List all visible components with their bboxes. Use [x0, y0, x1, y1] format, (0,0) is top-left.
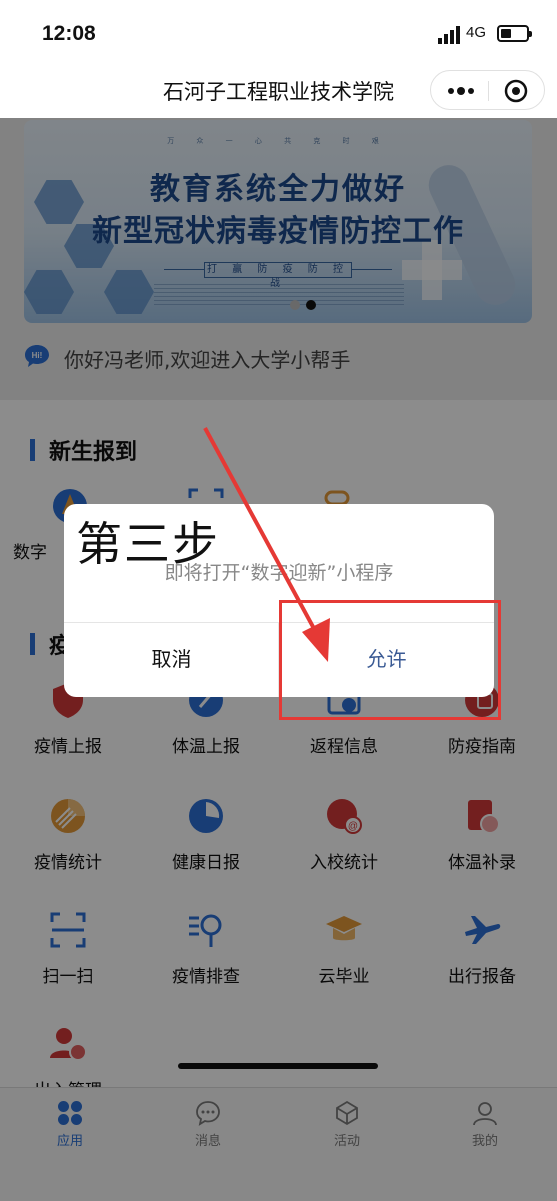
more-icon[interactable]: [446, 82, 476, 100]
capsule-divider: [488, 81, 489, 101]
step-annotation: 第三步: [76, 517, 220, 571]
mini-program-title-bar: 石河子工程职业技术学院: [0, 62, 557, 118]
signal-icon: [438, 26, 460, 44]
status-time: 12:08: [42, 22, 96, 45]
battery-icon: [497, 25, 532, 42]
close-mini-program-icon[interactable]: [504, 79, 528, 103]
mini-program-capsule: [430, 70, 545, 110]
cancel-button[interactable]: 取消: [64, 622, 279, 697]
network-type: 4G: [466, 24, 487, 41]
status-bar: 12:08 4G: [0, 0, 557, 62]
highlight-box: [279, 600, 501, 720]
